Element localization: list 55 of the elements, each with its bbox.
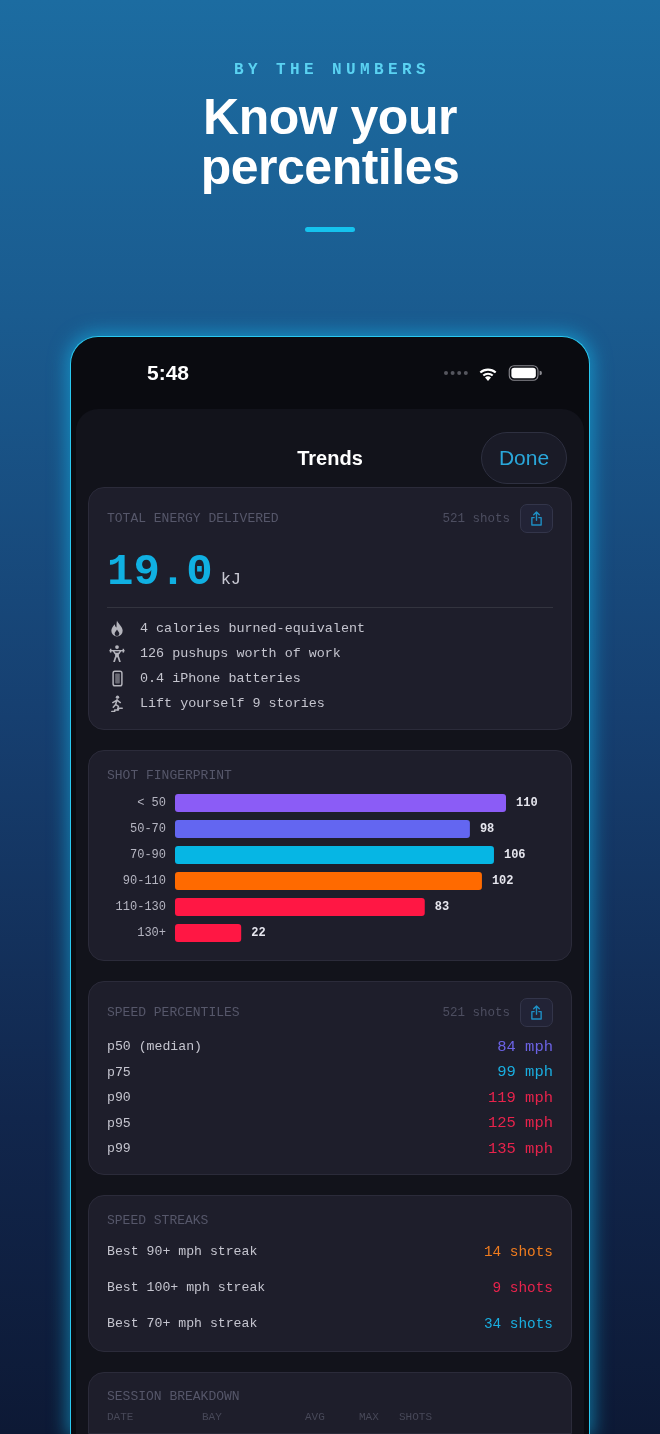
- bar-label: < 50: [137, 796, 166, 810]
- bar-label: 130+: [137, 926, 166, 940]
- done-button[interactable]: Done: [481, 432, 567, 484]
- card-title: SPEED PERCENTILES: [107, 1004, 241, 1021]
- percentile-value: 84 mph: [497, 1037, 553, 1056]
- weightlifter-icon: [108, 645, 126, 662]
- accent-bar: [305, 227, 355, 232]
- share-button[interactable]: [520, 998, 553, 1027]
- card-title: SPEED STREAKS: [107, 1212, 210, 1229]
- bar-label: 70-90: [130, 848, 166, 862]
- headline: Know your percentiles: [199, 92, 461, 192]
- energy-value: 19.0: [107, 547, 213, 597]
- fact-text: Lift yourself 9 stories: [140, 696, 325, 711]
- percentile-label: p50 (median): [107, 1039, 202, 1055]
- bar-value: 102: [491, 874, 514, 888]
- bar-value: 83: [434, 900, 450, 914]
- flame-icon: [110, 620, 124, 637]
- status-time: 5:48: [147, 361, 191, 385]
- card-title: TOTAL ENERGY DELIVERED: [107, 510, 280, 527]
- streak-value: 34 shots: [483, 1315, 553, 1332]
- share-button[interactable]: [520, 504, 553, 533]
- fact-text: 126 pushups worth of work: [140, 646, 341, 661]
- bar-value: 22: [251, 926, 266, 940]
- streak-label: Best 100+ mph streak: [107, 1280, 266, 1295]
- phone-icon: [111, 670, 123, 687]
- eyebrow-text: BY THE NUMBERS: [233, 60, 430, 80]
- energy-unit: kJ: [220, 570, 242, 589]
- share-icon: [530, 1005, 543, 1020]
- bar-label: 110-130: [115, 900, 166, 914]
- signal-icon: [444, 371, 468, 375]
- nav-title: Trends: [297, 446, 363, 470]
- percentile-value: 125 mph: [487, 1114, 553, 1133]
- fact-text: 4 calories burned-equivalent: [140, 621, 365, 636]
- percentile-label: p99: [107, 1141, 131, 1157]
- streak-label: Best 90+ mph streak: [107, 1244, 258, 1259]
- bar-value: 106: [503, 848, 526, 862]
- percentile-value: 135 mph: [487, 1139, 553, 1158]
- bar-value: 98: [479, 822, 495, 836]
- streak-label: Best 70+ mph streak: [107, 1316, 258, 1331]
- share-icon: [530, 511, 543, 526]
- bar-label: 90-110: [122, 874, 166, 888]
- bar-value: 110: [516, 796, 538, 810]
- percentile-value: 99 mph: [497, 1063, 553, 1082]
- streak-value: 9 shots: [492, 1279, 553, 1296]
- card-title: SHOT FINGERPRINT: [107, 768, 233, 784]
- fact-text: 0.4 iPhone batteries: [140, 671, 301, 686]
- percentile-label: p95: [107, 1115, 131, 1131]
- battery-icon: [508, 365, 543, 381]
- percentile-label: p75: [107, 1064, 131, 1080]
- streak-value: 14 shots: [483, 1243, 553, 1260]
- percentile-value: 119 mph: [487, 1088, 553, 1107]
- bar-label: 50-70: [130, 822, 166, 836]
- percentile-label: p90: [107, 1090, 131, 1106]
- stairs-climber-icon: [108, 695, 126, 712]
- card-title: SESSION BREAKDOWN: [107, 1388, 241, 1405]
